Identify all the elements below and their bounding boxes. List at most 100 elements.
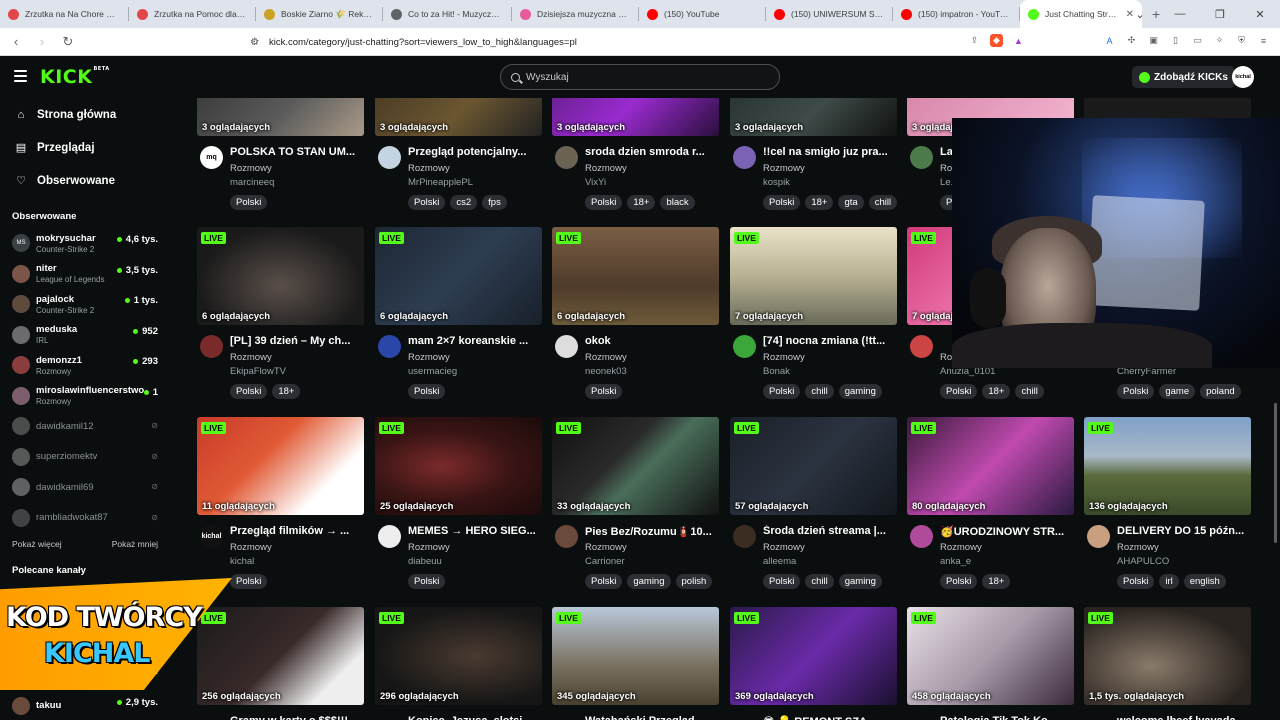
- stream-title[interactable]: sroda dzien smroda r...: [585, 146, 719, 158]
- brave-rewards-icon[interactable]: ▲: [1012, 34, 1025, 47]
- streamer-avatar[interactable]: mq: [200, 146, 223, 169]
- tag-chip[interactable]: Polski: [230, 384, 268, 399]
- streamer-name[interactable]: AHAPULCO: [1117, 556, 1169, 567]
- url-text[interactable]: kick.com/category/just-chatting?sort=vie…: [269, 37, 577, 48]
- tag-chip[interactable]: gaming: [627, 574, 671, 589]
- stream-title[interactable]: DELIVERY DO 15 późn...: [1117, 525, 1251, 537]
- stream-title[interactable]: mam 2×7 koreanskie ...: [408, 335, 542, 347]
- stream-title[interactable]: Gramy w karty o $$$!!!: [230, 715, 364, 720]
- tag-chip[interactable]: Polski: [230, 195, 268, 210]
- streamer-name[interactable]: EkipaFlowTV: [230, 366, 286, 377]
- tag-chip[interactable]: cs2: [450, 195, 478, 210]
- tag-chip[interactable]: fps: [482, 195, 507, 210]
- tag-chip[interactable]: black: [660, 195, 695, 210]
- tag-chip[interactable]: gaming: [838, 384, 882, 399]
- tag-chip[interactable]: Polski: [585, 195, 623, 210]
- streamer-name[interactable]: Carrioner: [585, 556, 625, 567]
- streamer-avatar[interactable]: [733, 525, 756, 548]
- sidebar-toggle-icon[interactable]: ▯: [1169, 34, 1182, 47]
- tag-chip[interactable]: Polski: [408, 195, 446, 210]
- channel-item[interactable]: meduska IRL 952: [0, 320, 168, 351]
- channel-item[interactable]: dawidkamil12 ⊘: [0, 411, 168, 442]
- streamer-name[interactable]: kichal: [230, 556, 254, 567]
- stream-thumbnail[interactable]: LIVE 1,5 tys. oglądających: [1084, 607, 1251, 705]
- browser-tab[interactable]: Zrzutka na Pomoc dla Mam: [129, 0, 255, 28]
- tag-chip[interactable]: Polski: [940, 574, 978, 589]
- page-scrollbar[interactable]: [1274, 403, 1277, 543]
- streamer-avatar[interactable]: kichal: [200, 525, 223, 548]
- channel-item[interactable]: miroslawinfluencerstwo Rozmowy 1: [0, 381, 168, 412]
- streamer-avatar[interactable]: [200, 335, 223, 358]
- tag-chip[interactable]: irl: [1159, 574, 1179, 589]
- menu-icon[interactable]: ≡: [1257, 34, 1270, 47]
- stream-category[interactable]: Rozmowy: [230, 352, 272, 363]
- stream-title[interactable]: 😎 💡 REMONT SZA ...: [763, 715, 897, 720]
- browser-tab[interactable]: (150) YouTube: [639, 0, 765, 28]
- minimize-icon[interactable]: —: [1160, 8, 1200, 20]
- reload-icon[interactable]: ↻: [58, 34, 78, 50]
- tag-chip[interactable]: Polski: [585, 384, 623, 399]
- stream-thumbnail[interactable]: LIVE 11 oglądających: [197, 417, 364, 515]
- streamer-name[interactable]: anka_e: [940, 556, 971, 567]
- streamer-avatar[interactable]: [910, 335, 933, 358]
- tag-chip[interactable]: chill: [805, 574, 834, 589]
- channel-item[interactable]: takuu 2,9 tys.: [0, 691, 168, 720]
- stream-category[interactable]: Rozmowy: [763, 352, 805, 363]
- stream-title[interactable]: !!cel na smigło juz pra...: [763, 146, 897, 158]
- stream-thumbnail[interactable]: 3 oglądających: [197, 98, 364, 136]
- tag-chip[interactable]: 18+: [982, 574, 1011, 589]
- hamburger-menu-icon[interactable]: [14, 70, 27, 82]
- streamer-name[interactable]: VixYi: [585, 177, 606, 188]
- browser-tab[interactable]: (150) UNIWERSUM SZKOŁ: [766, 0, 892, 28]
- stream-category[interactable]: Rozmowy: [585, 163, 627, 174]
- search-box[interactable]: [500, 64, 780, 90]
- tag-chip[interactable]: chill: [1015, 384, 1044, 399]
- stream-title[interactable]: [PL] 39 dzień – My ch...: [230, 335, 364, 347]
- nav-item-przeglądaj[interactable]: ▤ Przeglądaj: [0, 131, 168, 164]
- tag-chip[interactable]: Polski: [1117, 384, 1155, 399]
- nav-item-obserwowane[interactable]: ♡ Obserwowane: [0, 164, 168, 197]
- brave-shield-icon[interactable]: ◆: [990, 34, 1003, 47]
- streamer-name[interactable]: usermacieg: [408, 366, 457, 377]
- stream-title[interactable]: Koniec, Jezusa, slotsi...: [408, 715, 542, 720]
- leo-ai-icon[interactable]: ✧: [1213, 34, 1226, 47]
- tag-chip[interactable]: Polski: [940, 384, 978, 399]
- stream-title[interactable]: Patologia Tik Tok Ko...: [940, 715, 1074, 720]
- streamer-avatar[interactable]: [555, 146, 578, 169]
- share-icon[interactable]: ⇪: [968, 34, 981, 47]
- maximize-icon[interactable]: ❐: [1200, 8, 1240, 21]
- address-bar[interactable]: ⚙ kick.com/category/just-chatting?sort=v…: [240, 31, 960, 53]
- streamer-name[interactable]: alleema: [763, 556, 796, 567]
- stream-thumbnail[interactable]: LIVE 136 oglądających: [1084, 417, 1251, 515]
- stream-thumbnail[interactable]: LIVE 369 oglądających: [730, 607, 897, 705]
- stream-category[interactable]: Rozmowy: [408, 542, 450, 553]
- tag-chip[interactable]: english: [1183, 574, 1226, 589]
- channel-item[interactable]: demonzz1 Rozmowy 293: [0, 350, 168, 381]
- stream-thumbnail[interactable]: LIVE 345 oglądających: [552, 607, 719, 705]
- streamer-avatar[interactable]: [910, 146, 933, 169]
- tag-chip[interactable]: 18+: [982, 384, 1011, 399]
- tag-chip[interactable]: chill: [805, 384, 834, 399]
- stream-title[interactable]: okok: [585, 335, 719, 347]
- stream-title[interactable]: 🥳URODZINOWY STR...: [940, 525, 1074, 538]
- streamer-avatar[interactable]: [555, 525, 578, 548]
- tag-chip[interactable]: Polski: [408, 574, 446, 589]
- streamer-name[interactable]: Bonak: [763, 366, 790, 377]
- stream-category[interactable]: Rozmowy: [230, 163, 272, 174]
- stream-thumbnail[interactable]: LIVE 6 oglądających: [197, 227, 364, 325]
- streamer-name[interactable]: MrPineapplePL: [408, 177, 473, 188]
- browser-tab[interactable]: (150) impatron - YouTube: [893, 0, 1019, 28]
- streamer-avatar[interactable]: [733, 146, 756, 169]
- site-info-icon[interactable]: ⚙: [250, 37, 259, 48]
- tag-chip[interactable]: 18+: [805, 195, 834, 210]
- channel-item[interactable]: rambliadwokat87 ⊘: [0, 503, 168, 534]
- stream-category[interactable]: Rozmowy: [585, 352, 627, 363]
- stream-category[interactable]: Rozmowy: [408, 352, 450, 363]
- tag-chip[interactable]: gaming: [838, 574, 882, 589]
- stream-category[interactable]: Rozmowy: [585, 542, 627, 553]
- streamer-avatar[interactable]: [555, 335, 578, 358]
- tag-chip[interactable]: Polski: [1117, 574, 1155, 589]
- stream-thumbnail[interactable]: 3 oglądających: [375, 98, 542, 136]
- forward-icon[interactable]: ›: [32, 34, 52, 49]
- browser-tab[interactable]: Zrzutka na Na Chore Osob: [0, 0, 128, 28]
